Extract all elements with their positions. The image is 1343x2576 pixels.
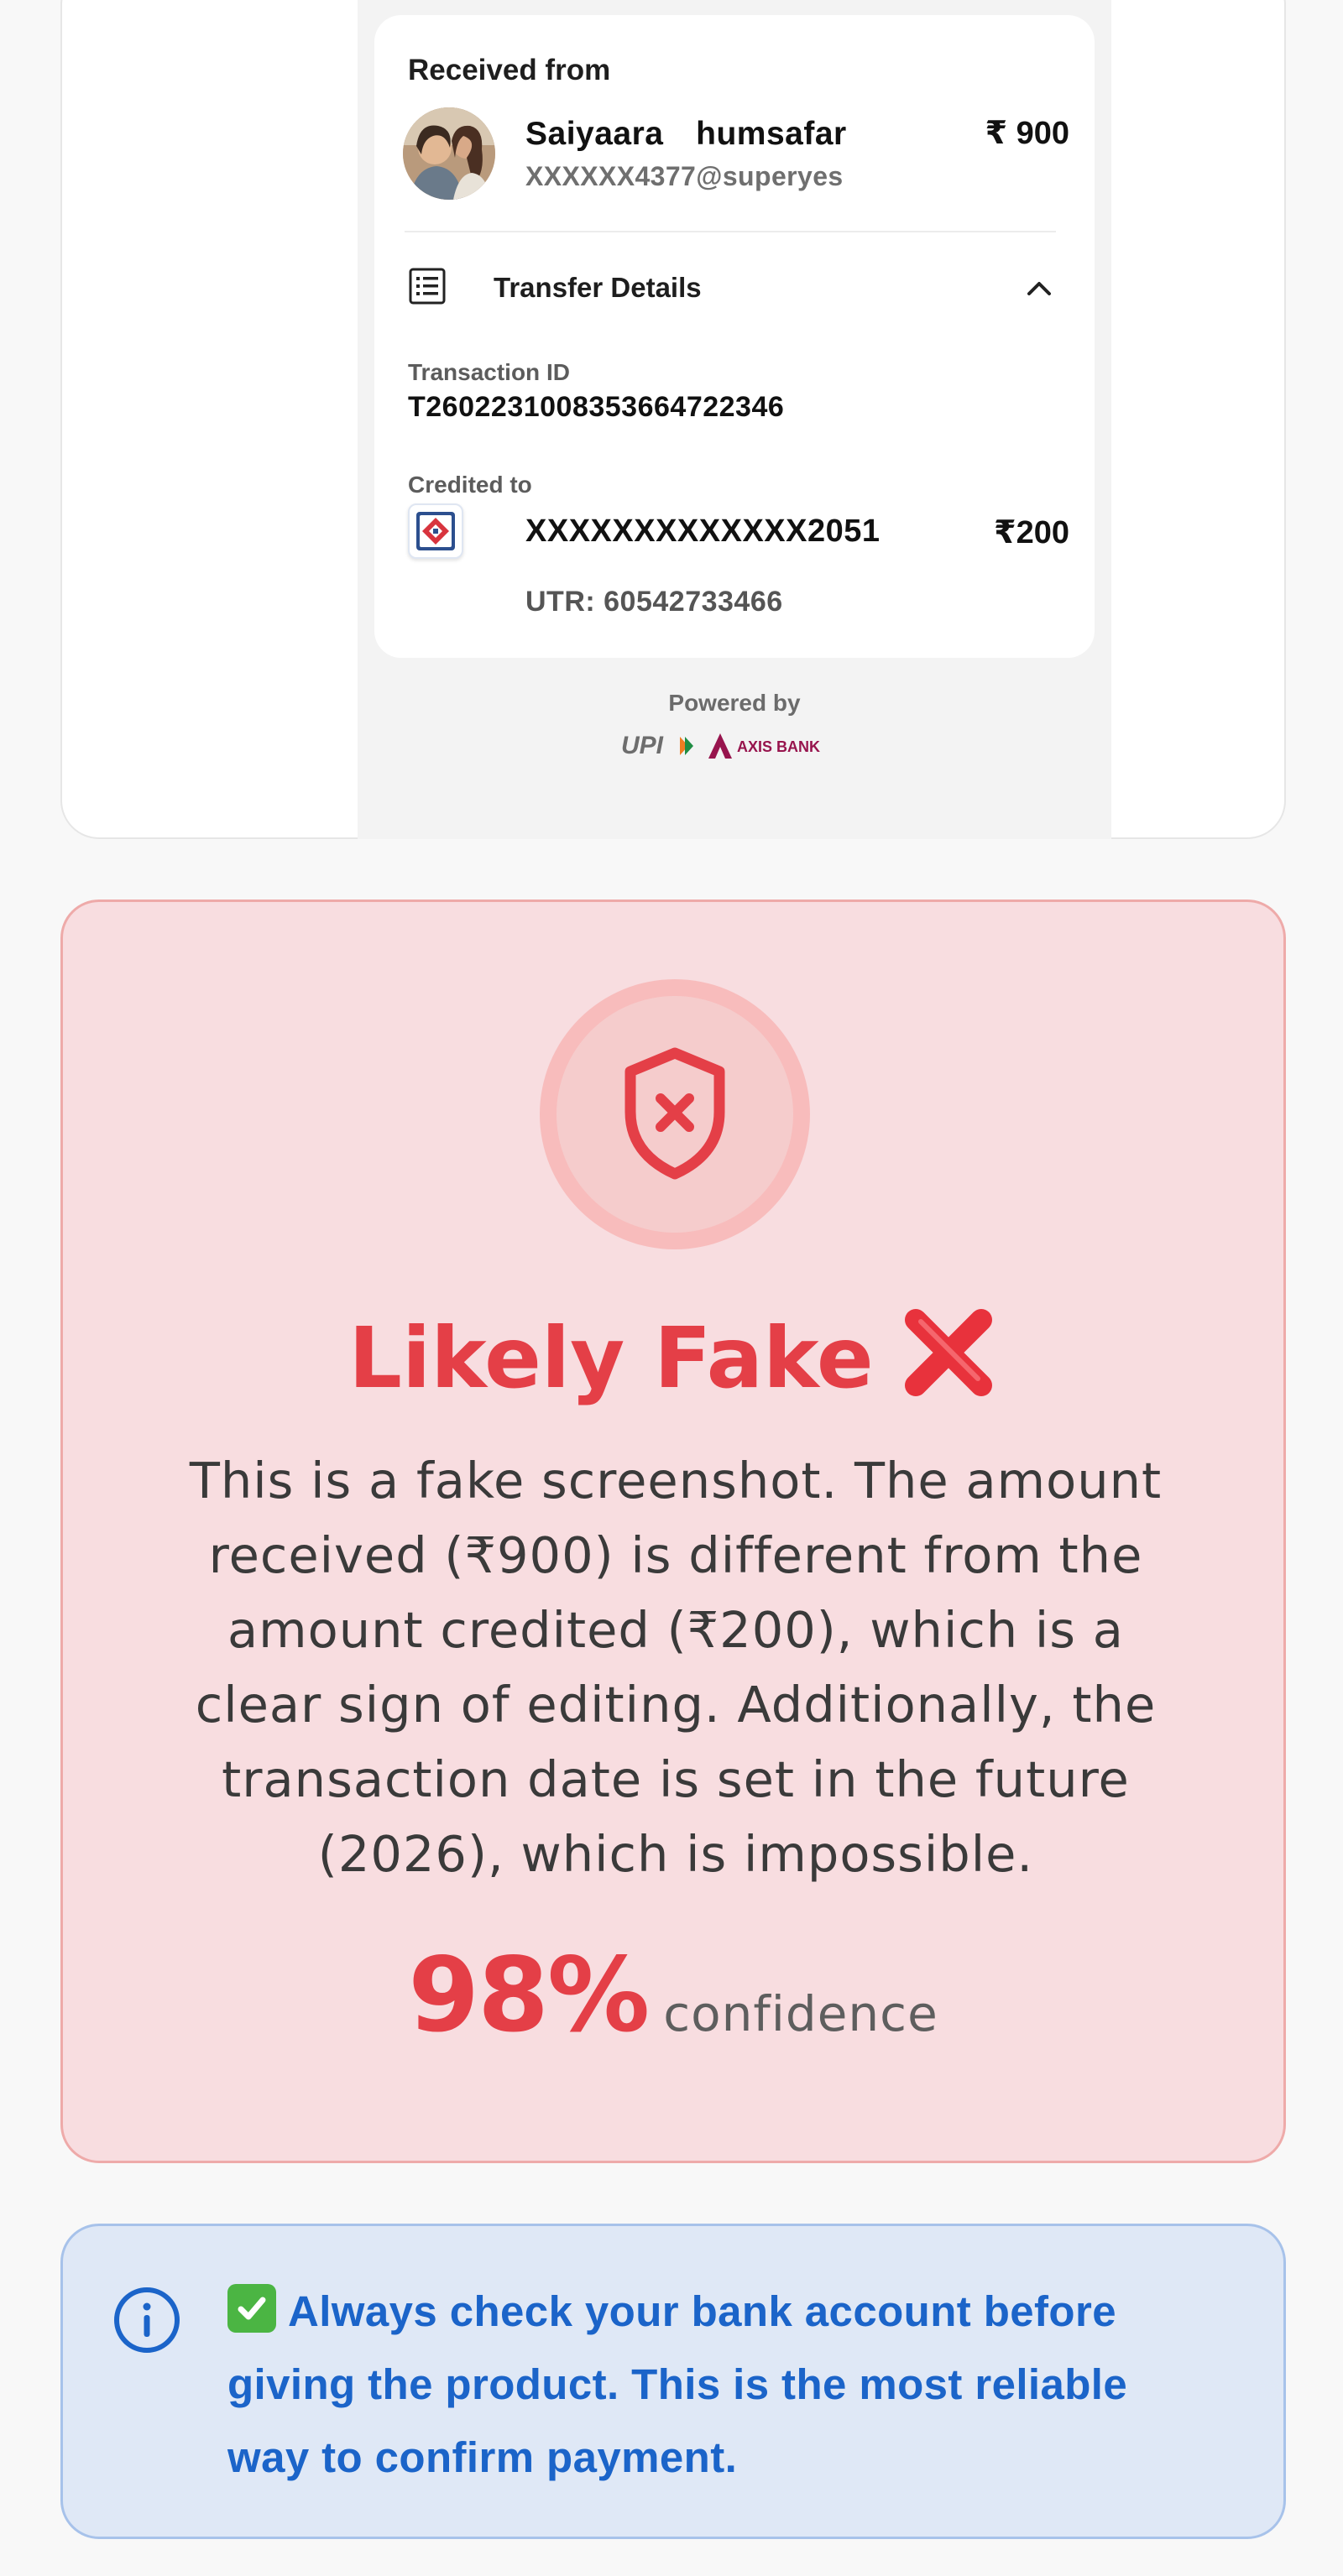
verdict-heading: Likely Fake (63, 1288, 1283, 1407)
powered-by-label: Powered by (668, 690, 801, 716)
shield-badge (540, 979, 810, 1249)
partner-logos: UPI AXIS BANK (621, 728, 848, 764)
confidence-value: 98% (408, 1936, 650, 2055)
screenshot-preview: Received from Saiyaara humsafar XXXXXX43… (358, 0, 1111, 839)
tip-text: Always check your bank account before gi… (227, 2287, 1128, 2481)
credited-account-number: XXXXXXXXXXXXX2051 (525, 514, 881, 549)
upi-logo: UPI (621, 732, 664, 759)
list-icon (408, 267, 447, 305)
info-icon (112, 2285, 182, 2355)
transaction-id-label: Transaction ID (408, 359, 570, 385)
tip-text-block: Always check your bank account before gi… (227, 2275, 1218, 2494)
shield-x-icon (624, 1047, 725, 1180)
sender-upi-id: XXXXXX4377@superyes (525, 161, 844, 191)
sender-avatar (403, 107, 495, 200)
payment-receipt: Received from Saiyaara humsafar XXXXXX43… (374, 15, 1095, 658)
tip-card: Always check your bank account before gi… (60, 2224, 1286, 2539)
received-from-label: Received from (408, 54, 611, 86)
verdict-description: This is a fake screenshot. The amount re… (189, 1452, 1163, 1883)
divider (405, 231, 1056, 232)
uploaded-screenshot-card: Received from Saiyaara humsafar XXXXXX43… (60, 0, 1286, 839)
bank-logo-icon (408, 503, 463, 559)
credited-to-label: Credited to (408, 472, 532, 498)
axis-bank-logo: AXIS BANK (737, 738, 820, 755)
chevron-up-icon[interactable] (1024, 275, 1054, 300)
verdict-card: Likely Fake This is a fake screenshot. T… (60, 900, 1286, 2163)
credited-amount: ₹200 (994, 515, 1069, 550)
confidence-label: confidence (663, 1985, 938, 2042)
transaction-id: T2602231008353664722346 (408, 391, 785, 423)
transfer-details-toggle[interactable]: Transfer Details (494, 272, 702, 304)
received-amount: ₹ 900 (985, 116, 1069, 151)
utr-number: UTR: 60542733466 (525, 586, 783, 618)
check-mark-emoji (227, 2284, 276, 2333)
verdict-title: Likely Fake (348, 1309, 874, 1407)
sender-name: Saiyaara humsafar (525, 116, 847, 152)
red-x-icon (899, 1303, 998, 1402)
confidence-score: 98% confidence (63, 1936, 1283, 2055)
